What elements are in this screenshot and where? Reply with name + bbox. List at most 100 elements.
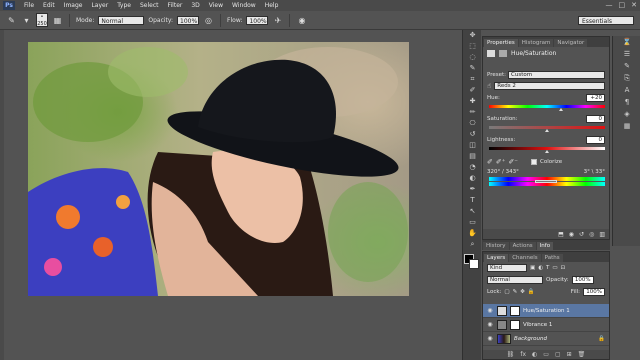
fx-icon[interactable]: fx bbox=[520, 351, 526, 358]
properties-icon[interactable]: ☰ bbox=[613, 48, 640, 60]
view-previous-icon[interactable]: ◉ bbox=[569, 231, 574, 238]
workspace-select[interactable]: Essentials bbox=[578, 16, 634, 25]
filter-smart-icon[interactable]: ⊡ bbox=[561, 265, 566, 271]
menu-image[interactable]: Image bbox=[64, 2, 83, 9]
brush-panel-icon[interactable]: ▦ bbox=[52, 15, 63, 26]
pen-icon[interactable]: ✒ bbox=[463, 184, 482, 195]
tab-paths[interactable]: Paths bbox=[541, 254, 563, 262]
tab-history[interactable]: History bbox=[483, 242, 509, 250]
character-icon[interactable]: A bbox=[613, 84, 640, 96]
adjustment-layer-icon[interactable]: ◐ bbox=[532, 351, 537, 358]
lock-pixels-icon[interactable]: ✎ bbox=[513, 289, 518, 295]
lock-all-icon[interactable]: 🔒 bbox=[528, 289, 535, 295]
eyedropper-minus-icon[interactable]: ✐⁻ bbox=[508, 158, 518, 166]
trash-icon[interactable]: ▥ bbox=[599, 231, 605, 238]
menu-file[interactable]: File bbox=[24, 2, 34, 9]
filter-type-icon[interactable]: T bbox=[546, 265, 549, 271]
tab-histogram[interactable]: Histogram bbox=[518, 39, 554, 47]
eyedropper-icon[interactable]: ✐ bbox=[487, 158, 493, 166]
mode-select[interactable]: Normal bbox=[98, 15, 145, 25]
path-select-icon[interactable]: ↖ bbox=[463, 206, 482, 217]
layer-row-background[interactable]: ◉ Background 🔒 bbox=[483, 332, 609, 346]
lock-position-icon[interactable]: ✥ bbox=[520, 289, 525, 295]
range-selector[interactable] bbox=[535, 180, 557, 183]
eyedropper-plus-icon[interactable]: ✐⁺ bbox=[496, 158, 506, 166]
clip-icon[interactable]: ⬒ bbox=[558, 231, 564, 238]
healing-icon[interactable]: ✚ bbox=[463, 96, 482, 107]
menu-select[interactable]: Select bbox=[140, 2, 159, 9]
pressure-size-icon[interactable]: ◉ bbox=[296, 15, 307, 26]
airbrush-icon[interactable]: ✈ bbox=[272, 15, 283, 26]
menu-layer[interactable]: Layer bbox=[91, 2, 108, 9]
tab-properties[interactable]: Properties bbox=[484, 39, 518, 47]
tab-layers[interactable]: Layers bbox=[484, 254, 509, 262]
layer-kind-select[interactable]: Kind bbox=[487, 264, 527, 272]
marquee-icon[interactable]: ⬚ bbox=[463, 41, 482, 52]
tool-preset-chevron-icon[interactable]: ▾ bbox=[21, 15, 32, 26]
lightness-value-field[interactable]: 0 bbox=[586, 136, 605, 144]
channel-select[interactable]: Reds 2 bbox=[494, 82, 605, 90]
new-group-icon[interactable]: ▢ bbox=[555, 351, 561, 358]
color-swatches[interactable] bbox=[464, 254, 480, 270]
layer-opacity-field[interactable]: 100% bbox=[571, 276, 594, 284]
flow-field[interactable]: 100% bbox=[246, 15, 269, 25]
filter-pixel-icon[interactable]: ▣ bbox=[530, 265, 535, 271]
saturation-value-field[interactable]: 0 bbox=[586, 115, 605, 123]
menu-type[interactable]: Type bbox=[117, 2, 131, 9]
hand-icon[interactable]: ✋ bbox=[463, 228, 482, 239]
preset-select[interactable]: Custom bbox=[508, 71, 605, 79]
mask-thumb[interactable] bbox=[510, 305, 520, 316]
type-icon[interactable]: T bbox=[463, 195, 482, 206]
eye-icon[interactable]: ◉ bbox=[486, 307, 494, 314]
menu-3d[interactable]: 3D bbox=[191, 2, 199, 9]
minimize-button[interactable]: — bbox=[606, 1, 613, 9]
lasso-icon[interactable]: ◌ bbox=[463, 52, 482, 63]
fill-field[interactable]: 100% bbox=[583, 288, 605, 296]
quick-select-icon[interactable]: ✎ bbox=[463, 63, 482, 74]
tab-channels[interactable]: Channels bbox=[509, 254, 541, 262]
reset-icon[interactable]: ↺ bbox=[579, 231, 584, 238]
saturation-slider-knob[interactable] bbox=[545, 129, 549, 132]
pressure-opacity-icon[interactable]: ◎ bbox=[203, 15, 214, 26]
shape-icon[interactable]: ▭ bbox=[463, 217, 482, 228]
paragraph-icon[interactable]: ¶ bbox=[613, 96, 640, 108]
brush-size-picker[interactable]: • 250 bbox=[36, 13, 48, 27]
hue-slider-knob[interactable] bbox=[559, 108, 563, 111]
filter-adjustment-icon[interactable]: ◐ bbox=[538, 265, 543, 271]
brush-presets-icon[interactable]: ✎ bbox=[613, 60, 640, 72]
layer-row-hue-saturation[interactable]: ◉ Hue/Saturation 1 bbox=[483, 304, 609, 318]
eyedropper-icon[interactable]: ✐ bbox=[463, 85, 482, 96]
document-canvas[interactable] bbox=[28, 42, 409, 296]
layer-row-vibrance[interactable]: ◉ Vibrance 1 bbox=[483, 318, 609, 332]
clone-stamp-icon[interactable]: ⎔ bbox=[463, 118, 482, 129]
close-button[interactable]: ✕ bbox=[631, 1, 637, 9]
clone-source-icon[interactable]: ⎘ bbox=[613, 72, 640, 84]
lock-transparent-icon[interactable]: ▢ bbox=[504, 289, 509, 295]
tab-navigator[interactable]: Navigator bbox=[554, 39, 588, 47]
menu-window[interactable]: Window bbox=[232, 2, 256, 9]
history-icon[interactable]: ⌛ bbox=[613, 36, 640, 48]
menu-view[interactable]: View bbox=[209, 2, 223, 9]
mask-icon[interactable] bbox=[499, 49, 507, 57]
new-layer-icon[interactable]: ⊞ bbox=[567, 351, 572, 358]
colorize-checkbox[interactable] bbox=[531, 159, 537, 165]
blur-icon[interactable]: ◔ bbox=[463, 162, 482, 173]
styles-icon[interactable]: ◈ bbox=[613, 108, 640, 120]
crop-icon[interactable]: ⌗ bbox=[463, 74, 482, 85]
eraser-icon[interactable]: ◫ bbox=[463, 140, 482, 151]
maximize-button[interactable]: □ bbox=[619, 1, 626, 9]
dodge-icon[interactable]: ◐ bbox=[463, 173, 482, 184]
menu-edit[interactable]: Edit bbox=[43, 2, 55, 9]
gradient-icon[interactable]: ▤ bbox=[463, 151, 482, 162]
hue-slider[interactable] bbox=[489, 105, 605, 108]
eye-icon[interactable]: ◉ bbox=[486, 335, 494, 342]
brush-icon[interactable]: ✏ bbox=[463, 107, 482, 118]
brush-tool-icon[interactable]: ✎ bbox=[6, 15, 17, 26]
delete-layer-icon[interactable]: 🗑 bbox=[578, 351, 586, 358]
visibility-icon[interactable]: ◎ bbox=[589, 231, 594, 238]
menu-help[interactable]: Help bbox=[265, 2, 279, 9]
history-brush-icon[interactable]: ↺ bbox=[463, 129, 482, 140]
filter-shape-icon[interactable]: ▭ bbox=[552, 265, 557, 271]
background-color-swatch[interactable] bbox=[469, 259, 479, 269]
zoom-icon[interactable]: ⌕ bbox=[463, 239, 482, 250]
